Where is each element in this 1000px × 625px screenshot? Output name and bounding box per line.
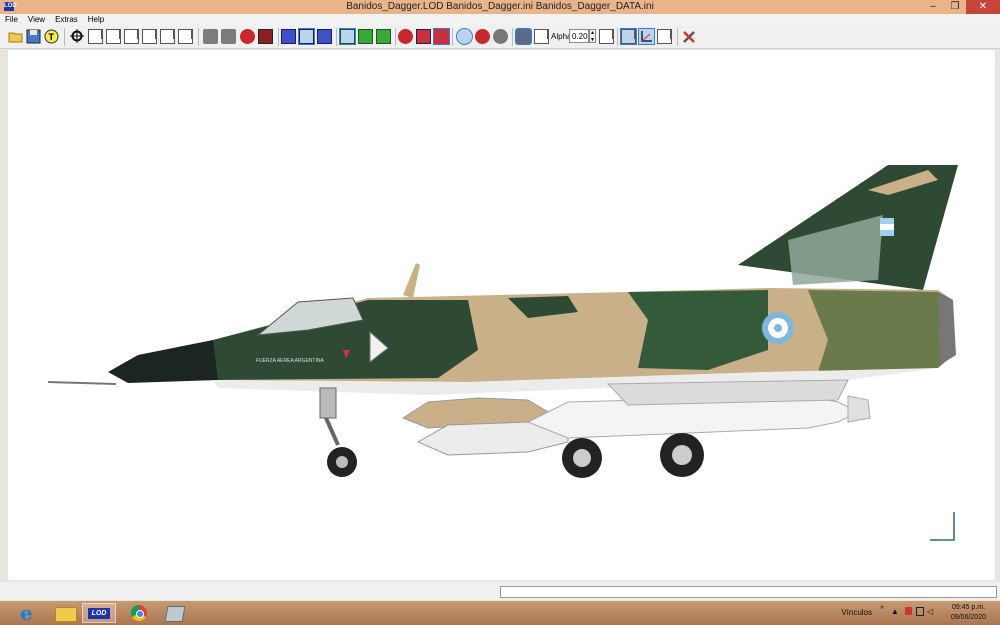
perspective-icon[interactable]	[657, 29, 672, 44]
svg-text:T: T	[49, 32, 55, 42]
pitot-tube	[47, 381, 117, 385]
wireframe-icon[interactable]	[281, 29, 296, 44]
close-button[interactable]: ✕	[966, 0, 1000, 14]
render-color-icon[interactable]	[240, 29, 255, 44]
tail-flag-stripe	[880, 224, 894, 230]
animate-icon[interactable]	[456, 28, 473, 45]
main-wheel-left-hub	[573, 449, 591, 467]
open-folder-icon-glyph	[8, 32, 23, 43]
taskbar: LOD Vínculos » ▲ ◁ 09:45 p.m. 09/06/2020	[0, 601, 1000, 625]
fuselage-camo-olive	[808, 290, 953, 372]
alpha-stepper[interactable]: ▲ ▼	[589, 29, 596, 43]
texture-icon[interactable]: T	[44, 29, 59, 44]
clock-date: 09/06/2020	[950, 614, 986, 621]
nose-wheel-hub	[336, 456, 348, 468]
toolbar-separator	[617, 28, 618, 46]
tank-tail	[847, 395, 871, 423]
texture-alpha-icon[interactable]	[376, 29, 391, 44]
network-icon[interactable]	[905, 607, 912, 615]
view-bottom-icon[interactable]	[178, 29, 193, 44]
view-back-icon[interactable]	[106, 29, 121, 44]
toolbar: T Alpha: 0.20 ▲ ▼	[0, 26, 1000, 49]
axes-icon[interactable]	[638, 28, 655, 45]
tray-expand-icon[interactable]: »	[880, 604, 884, 611]
maximize-button[interactable]: ❐	[944, 0, 966, 14]
switches-icon[interactable]	[475, 29, 490, 44]
canard	[403, 263, 420, 298]
menu-extras[interactable]: Extras	[50, 14, 83, 26]
volume-icon[interactable]: ◁	[927, 607, 936, 617]
toolbar-separator	[198, 28, 199, 46]
aircraft-model: FUERZA AEREA ARGENTINA	[47, 165, 958, 541]
box-solid-icon[interactable]	[515, 28, 532, 45]
lod-icon-label: LOD	[88, 608, 110, 619]
axis-gizmo	[930, 512, 955, 541]
exhaust-nozzle	[938, 295, 956, 365]
alpha-box-icon[interactable]	[599, 29, 614, 44]
light-icon[interactable]	[398, 29, 413, 44]
menu-help[interactable]: Help	[83, 14, 109, 26]
window-title: Banidos_Dagger.LOD Banidos_Dagger.ini Ba…	[346, 1, 654, 12]
3d-viewport[interactable]: FUERZA AEREA ARGENTINA	[8, 50, 995, 580]
window-controls: – ❐ ✕	[922, 0, 1000, 14]
grid-icon[interactable]	[620, 28, 637, 45]
links-toolbar-label[interactable]: Vínculos	[841, 608, 872, 617]
roundel-center	[774, 324, 782, 332]
alpha-input[interactable]: 0.20	[569, 29, 589, 43]
nose-cone	[108, 340, 218, 383]
shade-flat-icon[interactable]	[203, 29, 218, 44]
clock-time: 09:45 p.m.	[951, 604, 986, 611]
menu-bar: File View Extras Help	[0, 14, 1000, 26]
toolbar-separator	[677, 28, 678, 46]
chrome-icon[interactable]	[122, 603, 156, 623]
axes-icon-glyph	[641, 31, 652, 42]
nose-gear-arm	[324, 417, 340, 446]
texture-toggle-icon[interactable]	[339, 28, 356, 45]
save-icon[interactable]	[26, 29, 41, 44]
tray-arrow-icon[interactable]: ▲	[891, 607, 900, 617]
normals-icon[interactable]	[416, 29, 431, 44]
status-bar	[0, 582, 1000, 600]
save-icon-glyph	[26, 29, 41, 44]
view-right-icon[interactable]	[142, 29, 157, 44]
texture-icon-glyph: T	[44, 29, 59, 44]
open-folder-icon[interactable]	[8, 29, 23, 44]
zoom-fit-icon[interactable]	[70, 29, 85, 44]
texture-filter-icon[interactable]	[358, 29, 373, 44]
toolbar-separator	[64, 28, 65, 46]
title-bar: LOD Banidos_Dagger.LOD Banidos_Dagger.in…	[0, 0, 1000, 14]
toolbar-separator	[452, 28, 453, 46]
menu-view[interactable]: View	[23, 14, 50, 26]
view-top-icon[interactable]	[160, 29, 175, 44]
editor-icon[interactable]	[157, 603, 191, 623]
view-left-icon[interactable]	[124, 29, 139, 44]
nose-gear-strut	[319, 387, 337, 419]
dof-icon[interactable]	[493, 29, 508, 44]
toolbar-separator	[512, 28, 513, 46]
status-field	[500, 586, 997, 598]
toolbar-separator	[395, 28, 396, 46]
box-transparent-icon[interactable]	[534, 29, 549, 44]
menu-file[interactable]: File	[0, 14, 23, 26]
hidden-line-icon[interactable]	[317, 29, 332, 44]
render-solid-icon[interactable]	[258, 29, 273, 44]
toolbar-separator	[336, 28, 337, 46]
lod-viewer-icon[interactable]: LOD	[82, 603, 116, 623]
action-center-icon[interactable]	[916, 607, 924, 616]
internet-explorer-icon[interactable]	[12, 601, 46, 625]
clock[interactable]: 09:45 p.m. 09/06/2020	[951, 603, 986, 623]
shade-smooth-icon[interactable]	[221, 29, 236, 44]
main-wheel-right-hub	[672, 445, 692, 465]
file-explorer-icon[interactable]	[48, 603, 82, 623]
bounding-box-icon[interactable]	[433, 28, 450, 45]
view-front-icon[interactable]	[88, 29, 103, 44]
toolbar-separator	[278, 28, 279, 46]
zoom-fit-icon-glyph	[70, 29, 84, 43]
tools-icon-glyph	[683, 31, 695, 43]
fuselage-lettering: FUERZA AEREA ARGENTINA	[256, 358, 324, 364]
wire-solid-icon[interactable]	[298, 28, 315, 45]
tools-icon[interactable]	[682, 29, 697, 44]
minimize-button[interactable]: –	[922, 0, 944, 14]
